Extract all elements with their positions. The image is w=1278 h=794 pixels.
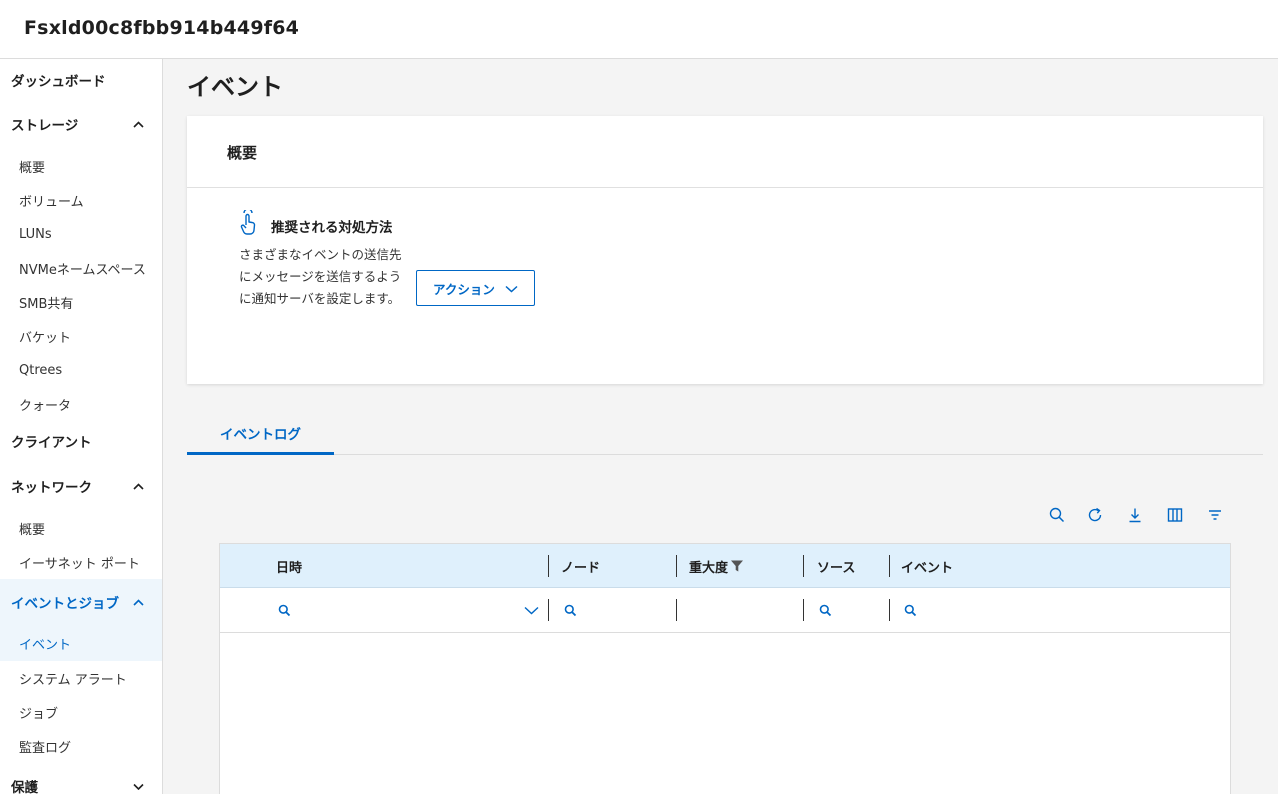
recommendation-title: 推奨される対処方法: [271, 220, 393, 236]
overview-card-header: 概要: [187, 116, 1263, 188]
sidebar-item-ethernet-ports[interactable]: イーサネット ポート: [0, 547, 162, 577]
column-header-source[interactable]: ソース: [817, 544, 855, 588]
column-divider: [548, 599, 549, 621]
chevron-up-icon: [132, 480, 144, 492]
filter-row: [220, 588, 1230, 633]
sidebar-item-label: バケット: [19, 330, 72, 346]
sidebar-item-label: LUNs: [19, 226, 52, 242]
sidebar-item-events[interactable]: イベント: [0, 625, 162, 661]
sidebar-item-network-overview[interactable]: 概要: [0, 513, 162, 543]
nav-network-label: ネットワーク: [11, 480, 92, 496]
table-toolbar: [1043, 504, 1233, 526]
sidebar-item-label: 監査ログ: [19, 740, 72, 756]
datetime-filter-search-icon[interactable]: [278, 588, 291, 632]
nav-protection-label: 保護: [11, 780, 38, 794]
overview-card: 概要 推奨される対処方法 さまざまなイベントの送信先にメッセージを送信するように…: [187, 116, 1263, 384]
sidebar-item-nvme-namespaces[interactable]: NVMeネームスペース: [0, 253, 162, 283]
nav-clients[interactable]: クライアント: [0, 425, 162, 457]
sidebar-item-audit-log[interactable]: 監査ログ: [0, 731, 162, 761]
column-header-datetime[interactable]: 日時: [276, 544, 302, 588]
event-log-table: 日時 ノード 重大度 ソース イベント: [219, 543, 1231, 794]
nav-protection[interactable]: 保護: [0, 770, 162, 794]
nav-clients-label: クライアント: [11, 435, 92, 451]
top-bar: Fsxld00c8fbb914b449f64: [0, 0, 1278, 59]
nav-events-jobs-label: イベントとジョブ: [11, 596, 119, 612]
hand-pointer-icon: [237, 208, 259, 236]
sidebar-item-label: NVMeネームスペース: [19, 262, 146, 278]
source-filter-search-icon[interactable]: [819, 588, 832, 632]
tab-event-log-label: イベントログ: [220, 426, 301, 443]
action-button-label: アクション: [433, 281, 495, 297]
column-divider[interactable]: [676, 555, 677, 577]
nav-dashboard-label: ダッシュボード: [11, 74, 106, 90]
main-content: イベント 概要 推奨される対処方法 さまざまなイベントの送信先にメッセージを送信…: [163, 59, 1278, 794]
column-header-label: 日時: [276, 560, 303, 576]
sidebar-item-label: システム アラート: [19, 672, 127, 688]
column-divider[interactable]: [803, 555, 804, 577]
nav-dashboard[interactable]: ダッシュボード: [0, 64, 162, 96]
column-divider: [889, 599, 890, 621]
sidebar-item-label: 概要: [19, 522, 46, 538]
download-icon[interactable]: [1124, 504, 1146, 526]
filter-icon[interactable]: [1204, 504, 1226, 526]
chevron-down-icon[interactable]: [524, 588, 539, 632]
table-header: 日時 ノード 重大度 ソース イベント: [220, 544, 1230, 588]
column-divider[interactable]: [548, 555, 549, 577]
overview-heading: 概要: [227, 144, 258, 162]
tab-event-log[interactable]: イベントログ: [187, 413, 334, 455]
sidebar-item-qtrees[interactable]: Qtrees: [0, 355, 162, 385]
column-header-event[interactable]: イベント: [901, 544, 953, 588]
sidebar-item-label: ボリューム: [19, 194, 84, 210]
funnel-icon[interactable]: [730, 559, 744, 573]
nav-network[interactable]: ネットワーク: [0, 470, 162, 502]
column-divider[interactable]: [889, 555, 890, 577]
refresh-icon[interactable]: [1084, 504, 1106, 526]
action-button[interactable]: アクション: [416, 270, 535, 306]
sidebar-item-volumes[interactable]: ボリューム: [0, 185, 162, 215]
nav-events-jobs[interactable]: イベントとジョブ: [0, 579, 162, 625]
column-header-node[interactable]: ノード: [561, 544, 600, 588]
sidebar-item-storage-overview[interactable]: 概要: [0, 151, 162, 181]
column-divider: [803, 599, 804, 621]
column-header-severity[interactable]: 重大度: [689, 544, 744, 588]
sidebar-item-buckets[interactable]: バケット: [0, 321, 162, 351]
page-title: イベント: [187, 73, 283, 101]
node-filter-search-icon[interactable]: [564, 588, 577, 632]
columns-icon[interactable]: [1164, 504, 1186, 526]
sidebar-item-label: ジョブ: [19, 706, 59, 722]
sidebar-item-label: SMB共有: [19, 296, 74, 312]
chevron-up-icon: [132, 596, 144, 608]
event-filter-search-icon[interactable]: [904, 588, 917, 632]
sidebar-item-smb-shares[interactable]: SMB共有: [0, 287, 162, 317]
sidebar-item-system-alerts[interactable]: システム アラート: [0, 663, 162, 693]
system-title: Fsxld00c8fbb914b449f64: [24, 17, 300, 39]
recommendation-text: さまざまなイベントの送信先にメッセージを送信するように通知サーバを設定します。: [239, 247, 402, 306]
column-header-label: イベント: [901, 560, 954, 576]
column-header-label: 重大度: [689, 560, 729, 576]
sidebar-item-label: 概要: [19, 160, 46, 176]
sidebar-item-label: イベント: [19, 637, 72, 653]
sidebar-item-label: Qtrees: [19, 362, 63, 378]
sidebar-item-luns[interactable]: LUNs: [0, 219, 162, 249]
sidebar-item-quotas[interactable]: クォータ: [0, 389, 162, 419]
search-icon[interactable]: [1046, 504, 1068, 526]
sidebar: ダッシュボード ストレージ 概要 ボリューム LUNs NVMeネームスペース …: [0, 59, 163, 794]
chevron-up-icon: [132, 118, 144, 130]
sidebar-item-label: イーサネット ポート: [19, 556, 140, 572]
column-header-label: ソース: [817, 560, 856, 576]
column-header-label: ノード: [561, 560, 601, 576]
chevron-down-icon: [132, 780, 144, 792]
tab-bar: イベントログ: [187, 413, 1263, 455]
nav-storage[interactable]: ストレージ: [0, 108, 162, 140]
sidebar-item-jobs[interactable]: ジョブ: [0, 697, 162, 727]
sidebar-item-label: クォータ: [19, 398, 72, 414]
nav-storage-label: ストレージ: [11, 118, 79, 134]
column-divider: [676, 599, 677, 621]
chevron-down-icon: [505, 281, 518, 296]
